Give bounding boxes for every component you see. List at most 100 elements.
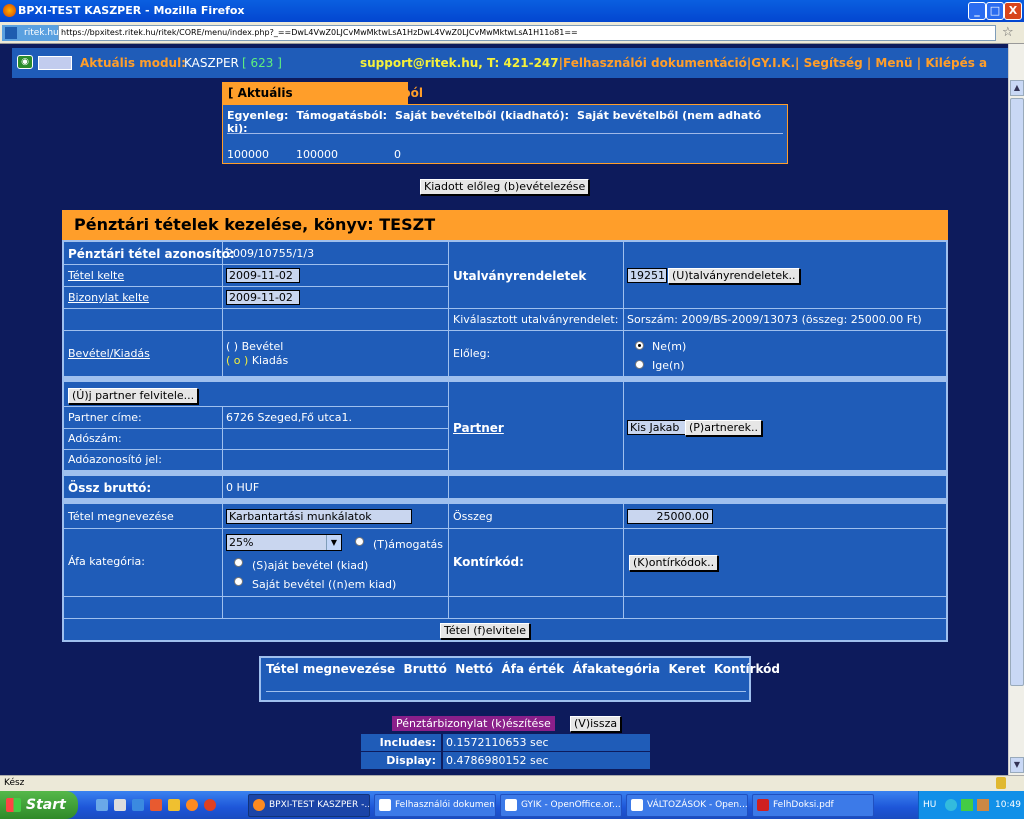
quicklaunch-icon[interactable] <box>168 799 180 811</box>
maximize-button[interactable]: □ <box>986 2 1004 20</box>
quicklaunch-icon[interactable] <box>150 799 162 811</box>
item-id-value: 2009/10755/1/3 <box>226 247 315 260</box>
scroll-thumb[interactable] <box>1010 98 1024 686</box>
module-number: [ 623 ] <box>242 56 282 70</box>
new-partner-button[interactable]: (Ú)j partner felvitele... <box>68 388 199 404</box>
stats-row: Display: 0.4786980152 sec <box>361 752 650 769</box>
support-radio[interactable] <box>355 537 364 546</box>
expense-option[interactable]: ( o ) Kiadás <box>226 354 288 367</box>
vertical-scrollbar[interactable]: ▲ ▼ <box>1008 44 1024 775</box>
back-button[interactable]: (V)issza <box>570 716 622 732</box>
support-value: 100000 <box>296 148 338 161</box>
item-date-input[interactable]: 2009-11-02 <box>226 268 300 283</box>
status-bar: Kész <box>0 775 1024 791</box>
chevron-down-icon[interactable]: ▼ <box>326 535 341 550</box>
bookmark-star-icon[interactable]: ☆ <box>1002 25 1014 40</box>
item-name-label: Tétel megnevezése <box>68 510 174 523</box>
advance-receipt-button[interactable]: Kiadott előleg (b)evételezése <box>420 179 590 195</box>
cash-item-form: Pénztári tétel azonosító: 2009/10755/1/3… <box>62 240 948 642</box>
income-label: Bevétel <box>241 340 284 353</box>
submit-item-button[interactable]: Tétel (f)elvitele <box>440 623 531 639</box>
menu-link[interactable]: Menü <box>875 56 912 70</box>
vouchers-button[interactable]: (U)talványrendeletek.. <box>668 268 800 284</box>
tray-icon[interactable] <box>977 799 989 811</box>
partner-link[interactable]: Partner <box>453 421 504 435</box>
contir-button[interactable]: (K)ontírkódok.. <box>629 555 719 571</box>
advance-yes-radio[interactable] <box>635 360 644 369</box>
user-docs-link[interactable]: Felhasználói dokumentáció <box>563 56 747 70</box>
balance-title: [ Aktuális pénztáregyenleg ] <box>222 82 408 122</box>
print-receipt-button[interactable]: Pénztárbizonylat (k)észítése <box>392 716 555 731</box>
tray-icon[interactable] <box>961 799 973 811</box>
close-button[interactable]: X <box>1004 2 1022 20</box>
doc-date-link[interactable]: Bizonylat kelte <box>68 291 149 304</box>
item-name-input[interactable]: Karbantartási munkálatok <box>226 509 412 524</box>
language-indicator[interactable]: HU <box>923 791 936 819</box>
network-icon[interactable] <box>945 799 957 811</box>
vat-category-label: Áfa kategória: <box>68 555 145 568</box>
balance-value: 100000 <box>227 148 269 161</box>
faq-link[interactable]: GY.I.K. <box>751 56 795 70</box>
support-link[interactable]: support@ritek.hu, T: 421-247 <box>360 56 559 70</box>
vat-category-select[interactable]: 25% ▼ <box>226 534 342 551</box>
task-label: GYIK - OpenOffice.or... <box>521 800 621 810</box>
windows-logo-icon <box>6 798 21 812</box>
minimize-button[interactable]: _ <box>968 2 986 20</box>
help-link[interactable]: Segítség <box>804 56 863 70</box>
doc-date-input[interactable]: 2009-11-02 <box>226 290 300 305</box>
timing-stats: Includes: 0.1572110653 sec Display: 0.4786… <box>361 734 650 770</box>
lock-icon[interactable] <box>996 777 1006 789</box>
document-icon <box>631 799 643 811</box>
site-identity-button[interactable]: ritek.hu <box>2 25 62 41</box>
advance-no-label: Ne(m) <box>652 340 687 353</box>
inout-link[interactable]: Bevétel/Kiadás <box>68 347 150 360</box>
quicklaunch-icon[interactable] <box>114 799 126 811</box>
income-mark: ( ) <box>226 340 239 353</box>
start-label: Start <box>26 797 66 813</box>
module-select-box[interactable] <box>38 56 72 70</box>
own-income-radio[interactable] <box>234 558 243 567</box>
voucher-input[interactable]: 19251 <box>627 268 667 283</box>
task-firefox[interactable]: BPXI-TEST KASZPER -... <box>248 794 370 817</box>
partners-button[interactable]: (P)artnerek.. <box>685 420 762 436</box>
task-faq[interactable]: GYIK - OpenOffice.or... <box>500 794 622 817</box>
income-option[interactable]: ( ) Bevétel <box>226 340 283 353</box>
amount-input[interactable]: 25000.00 <box>627 509 713 524</box>
quicklaunch-icon[interactable] <box>96 799 108 811</box>
task-docs[interactable]: Felhasználói dokumen... <box>374 794 496 817</box>
module-name: KASZPER <box>184 56 239 70</box>
expense-mark: ( o ) <box>226 354 249 367</box>
eye-icon[interactable]: ◉ <box>17 55 33 69</box>
scroll-up-icon[interactable]: ▲ <box>1010 80 1024 96</box>
advance-no-radio[interactable] <box>635 341 644 350</box>
task-pdf[interactable]: FelhDoksi.pdf <box>752 794 874 817</box>
item-date-link[interactable]: Tétel kelte <box>68 269 124 282</box>
tax-id-label: Adóazonosító jel: <box>68 453 162 466</box>
quicklaunch-icon[interactable] <box>186 799 198 811</box>
display-value: 0.4786980152 sec <box>443 752 650 769</box>
advance-yes-label: Ige(n) <box>652 359 685 372</box>
partner-input[interactable]: Kis Jakab <box>627 420 687 435</box>
status-text: Kész <box>4 778 25 788</box>
divider <box>227 133 783 134</box>
quicklaunch-icon[interactable] <box>132 799 144 811</box>
tax-number-label: Adószám: <box>68 432 122 445</box>
summary-col-frame: Keret <box>668 662 706 676</box>
module-label: Aktuális modul: <box>80 56 186 70</box>
document-icon <box>505 799 517 811</box>
own-income-nonpayable-radio[interactable] <box>234 577 243 586</box>
scroll-down-icon[interactable]: ▼ <box>1010 757 1024 773</box>
clock[interactable]: 10:49 <box>995 791 1021 819</box>
pdf-icon <box>757 799 769 811</box>
url-input[interactable]: https://bpxitest.ritek.hu/ritek/CORE/men… <box>58 25 996 41</box>
summary-col-gross: Bruttó <box>403 662 447 676</box>
summary-col-vatcat: Áfakategória <box>572 662 661 676</box>
task-label: VÁLTOZÁSOK - Open... <box>647 800 748 810</box>
partner-address-value: 6726 Szeged,Fő utca1. <box>226 411 352 424</box>
quicklaunch-icon[interactable] <box>204 799 216 811</box>
task-changes[interactable]: VÁLTOZÁSOK - Open... <box>626 794 748 817</box>
summary-col-name: Tétel megnevezése <box>266 662 396 676</box>
start-button[interactable]: Start <box>0 791 78 819</box>
task-label: FelhDoksi.pdf <box>773 800 834 810</box>
own-income-label: (S)aját bevétel (kiad) <box>252 559 369 572</box>
